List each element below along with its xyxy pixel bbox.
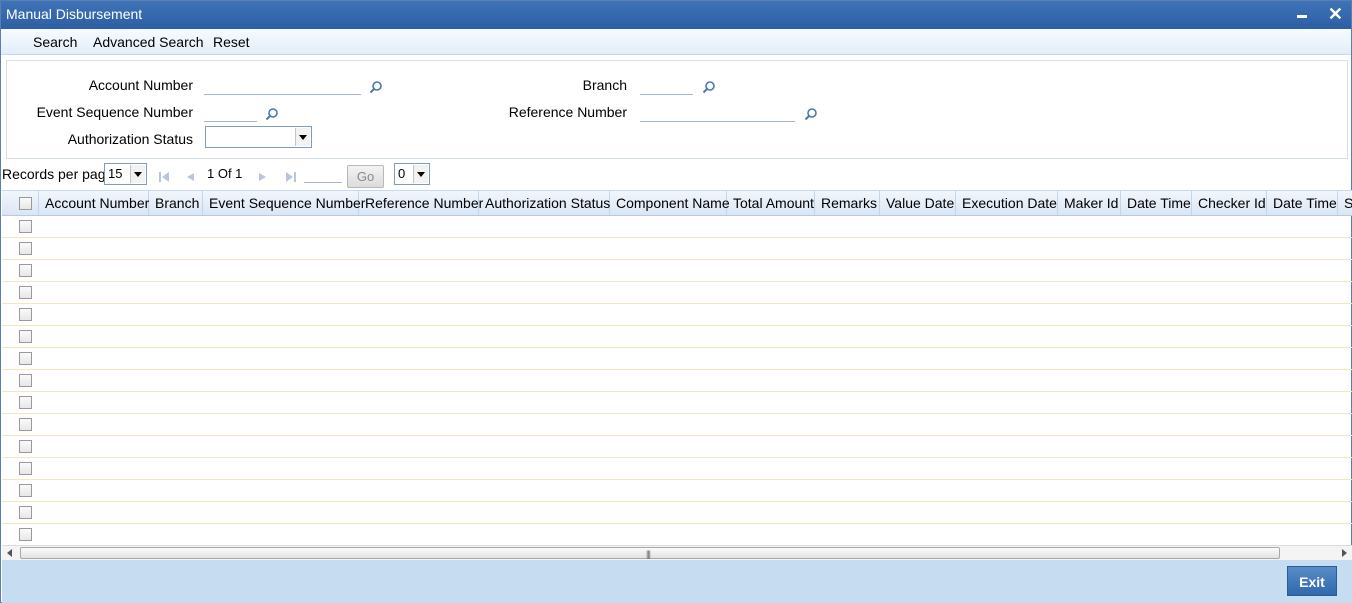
branch-label: Branch: [582, 77, 627, 93]
page-info: 1 Of 1: [207, 166, 243, 181]
scrollbar-thumb[interactable]: |||: [20, 547, 1280, 559]
reference-number-label: Reference Number: [508, 104, 627, 120]
minimize-icon[interactable]: [1295, 4, 1309, 24]
pagination-bar: Records per page 15 1 Of 1 Go 0: [1, 161, 1351, 189]
table-row[interactable]: [2, 524, 1352, 545]
table-row[interactable]: [2, 370, 1352, 392]
account-number-search-icon[interactable]: [369, 80, 383, 94]
row-checkbox[interactable]: [19, 352, 32, 365]
first-page-icon[interactable]: [158, 171, 170, 183]
event-sequence-number-label: Event Sequence Number: [36, 104, 193, 120]
table-row[interactable]: [2, 348, 1352, 370]
search-panel: Account Number Branch Event Sequence Num…: [6, 60, 1348, 159]
row-checkbox[interactable]: [19, 308, 32, 321]
row-checkbox[interactable]: [19, 220, 32, 233]
column-header[interactable]: Component Name: [610, 191, 730, 215]
close-icon[interactable]: ✕: [1328, 4, 1343, 24]
table-row[interactable]: [2, 304, 1352, 326]
page-select[interactable]: 0: [394, 163, 430, 185]
goto-page-input[interactable]: [304, 165, 342, 183]
manual-disbursement-window: Manual Disbursement ✕ Search Advanced Se…: [0, 0, 1352, 603]
row-checkbox[interactable]: [19, 286, 32, 299]
row-checkbox[interactable]: [19, 242, 32, 255]
column-header[interactable]: Checker Id: [1192, 191, 1267, 215]
column-header[interactable]: Remarks: [815, 191, 880, 215]
row-checkbox[interactable]: [19, 528, 32, 541]
branch-search-icon[interactable]: [702, 80, 716, 94]
records-per-page-select[interactable]: 15: [104, 163, 147, 185]
title-bar: Manual Disbursement ✕: [1, 1, 1351, 29]
column-header[interactable]: Value Date: [880, 191, 956, 215]
branch-field[interactable]: [640, 77, 693, 95]
column-header[interactable]: Date Time: [1121, 191, 1192, 215]
records-per-page-value: 15: [108, 166, 123, 181]
table-row[interactable]: [2, 392, 1352, 414]
table-row[interactable]: [2, 414, 1352, 436]
table-row[interactable]: [2, 480, 1352, 502]
grid-header: Account Number Branch Event Sequence Num…: [2, 191, 1352, 216]
select-all-checkbox[interactable]: [19, 197, 32, 210]
row-checkbox[interactable]: [19, 264, 32, 277]
select-all-column: [2, 191, 39, 215]
row-checkbox[interactable]: [19, 396, 32, 409]
table-row[interactable]: [2, 216, 1352, 238]
previous-page-icon[interactable]: [185, 171, 195, 183]
exit-button[interactable]: Exit: [1287, 566, 1337, 596]
column-header[interactable]: Maker Id: [1058, 191, 1121, 215]
reference-number-search-icon[interactable]: [804, 107, 818, 121]
row-checkbox[interactable]: [19, 506, 32, 519]
table-row[interactable]: [2, 458, 1352, 480]
dropdown-arrow-icon[interactable]: [295, 128, 310, 146]
scroll-left-icon[interactable]: [7, 549, 12, 557]
window-title: Manual Disbursement: [6, 6, 143, 22]
records-per-page-label: Records per page: [2, 166, 114, 182]
table-row[interactable]: [2, 260, 1352, 282]
horizontal-scrollbar[interactable]: |||: [2, 545, 1352, 560]
results-grid: Account Number Branch Event Sequence Num…: [2, 190, 1352, 545]
scroll-right-icon[interactable]: [1342, 549, 1347, 557]
table-row[interactable]: [2, 238, 1352, 260]
table-row[interactable]: [2, 502, 1352, 524]
column-header[interactable]: Account Number: [39, 191, 149, 215]
account-number-field[interactable]: [204, 77, 361, 95]
page-select-value: 0: [398, 166, 406, 181]
authorization-status-label: Authorization Status: [67, 131, 193, 147]
table-row[interactable]: [2, 436, 1352, 458]
dropdown-arrow-icon[interactable]: [413, 165, 428, 183]
column-header[interactable]: Execution Date: [956, 191, 1058, 215]
row-checkbox[interactable]: [19, 330, 32, 343]
last-page-icon[interactable]: [285, 171, 297, 183]
row-checkbox[interactable]: [19, 440, 32, 453]
dropdown-arrow-icon[interactable]: [130, 165, 145, 183]
event-sequence-number-field[interactable]: [204, 104, 257, 122]
account-number-label: Account Number: [88, 77, 193, 93]
column-header[interactable]: Authorization Status: [479, 191, 610, 215]
column-header[interactable]: Reference Number: [359, 191, 483, 215]
advanced-search-menu-item[interactable]: Advanced Search: [93, 34, 204, 50]
table-row[interactable]: [2, 282, 1352, 304]
menu-bar: Search Advanced Search Reset: [1, 29, 1351, 55]
go-button[interactable]: Go: [347, 165, 384, 188]
column-header[interactable]: S: [1338, 191, 1352, 215]
search-menu-item[interactable]: Search: [33, 34, 77, 50]
row-checkbox[interactable]: [19, 484, 32, 497]
reset-menu-item[interactable]: Reset: [213, 34, 250, 50]
row-checkbox[interactable]: [19, 374, 32, 387]
row-checkbox[interactable]: [19, 418, 32, 431]
column-header[interactable]: Total Amount: [727, 191, 815, 215]
reference-number-field[interactable]: [640, 104, 795, 122]
authorization-status-select[interactable]: [205, 126, 312, 148]
scrollbar-grip-icon: |||: [646, 549, 651, 559]
column-header[interactable]: Event Sequence Number: [203, 191, 365, 215]
next-page-icon[interactable]: [258, 171, 268, 183]
event-sequence-search-icon[interactable]: [265, 107, 279, 121]
table-row[interactable]: [2, 326, 1352, 348]
column-header[interactable]: Branch: [149, 191, 203, 215]
footer-bar: Exit: [2, 560, 1352, 603]
column-header[interactable]: Date Time: [1267, 191, 1338, 215]
row-checkbox[interactable]: [19, 462, 32, 475]
